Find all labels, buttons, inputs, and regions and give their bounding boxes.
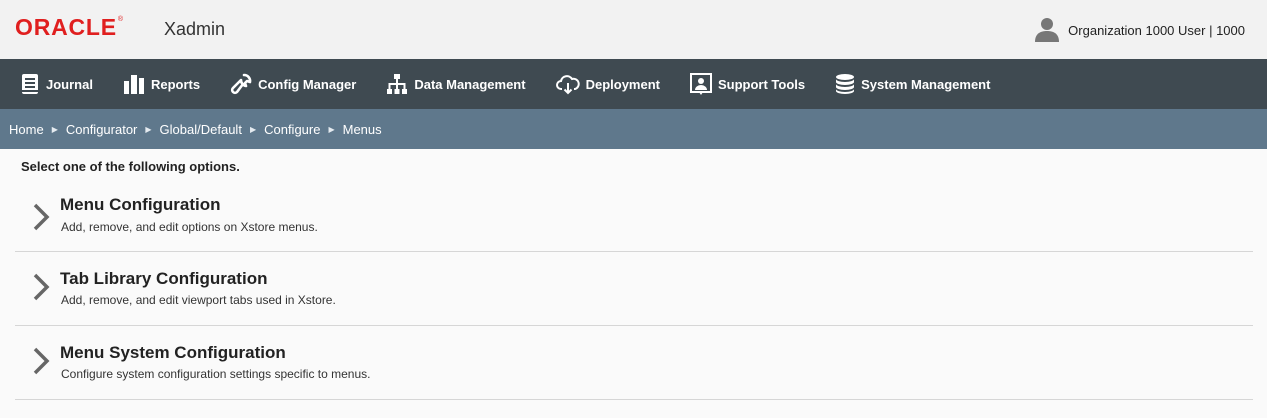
nav-label: Config Manager: [258, 76, 357, 92]
reports-icon: [123, 73, 145, 95]
chevron-right-icon: [32, 346, 52, 381]
nav-label: Reports: [150, 76, 201, 92]
cloud-download-icon: [555, 73, 580, 95]
chevron-right-icon: [32, 272, 52, 307]
app-header: ORACLE® Xadmin Organization 1000 User | …: [0, 0, 1267, 59]
option-description: Add, remove, and edit viewport tabs used…: [61, 293, 336, 307]
nav-label: System Management: [861, 76, 991, 92]
nav-item-data-management[interactable]: Data Management: [386, 73, 526, 95]
user-label: Organization 1000 User | 1000: [1068, 23, 1245, 38]
nav-label: Deployment: [585, 76, 660, 92]
chevron-right-icon: [32, 202, 52, 237]
breadcrumb-menus: Menus: [342, 121, 382, 137]
breadcrumb-home[interactable]: Home: [9, 122, 44, 137]
option-title: Tab Library Configuration: [60, 269, 268, 288]
hierarchy-icon: [386, 73, 408, 95]
nav-item-support-tools[interactable]: Support Tools: [689, 73, 806, 95]
user-icon: [1034, 16, 1060, 45]
nav-item-deployment[interactable]: Deployment: [555, 73, 660, 95]
main-content: Select one of the following options. Men…: [15, 149, 1253, 400]
nav-label: Support Tools: [717, 76, 806, 92]
nav-item-system-management[interactable]: System Management: [835, 73, 990, 95]
breadcrumb-separator: ▶: [328, 124, 335, 134]
user-menu[interactable]: Organization 1000 User | 1000: [1034, 16, 1245, 45]
database-icon: [835, 73, 855, 95]
breadcrumb-separator: ▶: [249, 124, 257, 134]
nav-item-reports[interactable]: Reports: [123, 73, 200, 95]
support-icon: [689, 73, 712, 95]
breadcrumb-configurator[interactable]: Configurator: [66, 122, 138, 137]
option-title: Menu Configuration: [60, 195, 221, 214]
wrench-icon: [230, 73, 252, 95]
nav-item-journal[interactable]: Journal: [20, 73, 93, 95]
breadcrumb-global-default[interactable]: Global/Default: [160, 122, 242, 137]
breadcrumb-separator: ▶: [51, 124, 58, 134]
intro-text: Select one of the following options.: [21, 159, 240, 174]
nav-label: Data Management: [414, 76, 526, 92]
breadcrumb-separator: ▶: [145, 124, 152, 134]
nav-label: Journal: [46, 76, 93, 92]
option-menu-system-configuration[interactable]: Menu System Configuration Configure syst…: [15, 326, 1253, 400]
option-description: Configure system configuration settings …: [61, 367, 371, 381]
journal-icon: [20, 73, 40, 95]
option-tab-library-configuration[interactable]: Tab Library Configuration Add, remove, a…: [15, 252, 1253, 326]
option-menu-configuration[interactable]: Menu Configuration Add, remove, and edit…: [15, 183, 1253, 252]
nav-item-config-manager[interactable]: Config Manager: [230, 73, 356, 95]
breadcrumb: Home ▶ Configurator ▶ Global/Default ▶ C…: [0, 109, 1267, 149]
option-description: Add, remove, and edit options on Xstore …: [61, 220, 318, 234]
oracle-logo[interactable]: ORACLE®: [15, 14, 124, 41]
breadcrumb-configure[interactable]: Configure: [264, 122, 320, 137]
app-name: Xadmin: [164, 19, 226, 39]
main-nav: Journal Reports Config Manager Data Mana…: [0, 59, 1267, 109]
option-title: Menu System Configuration: [60, 343, 286, 362]
